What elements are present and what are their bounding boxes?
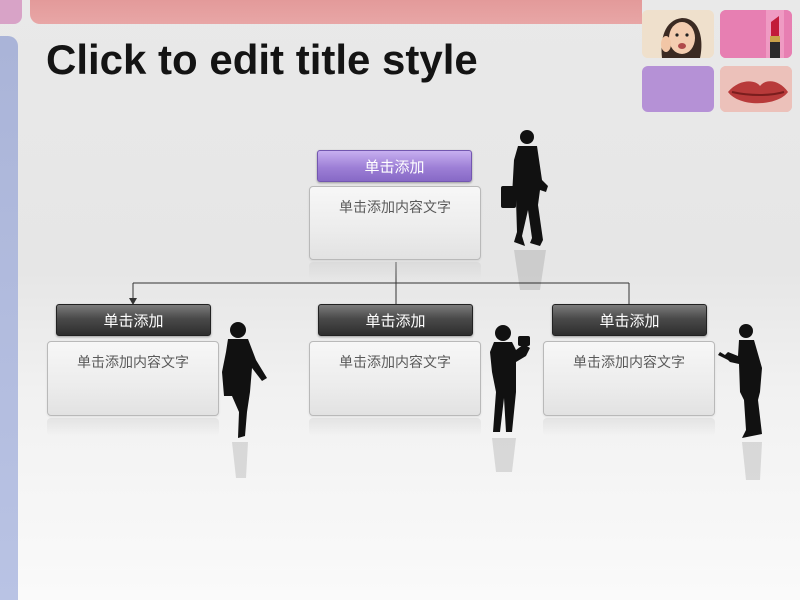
- top-node-reflection: [309, 262, 481, 280]
- org-chart-graphics: [129, 130, 762, 480]
- child-node-2-content-text: 单击添加内容文字: [339, 355, 451, 371]
- child-node-3-content-box[interactable]: 单击添加内容文字: [543, 341, 715, 416]
- child-node-2-reflection: [309, 418, 481, 436]
- walking-woman-silhouette: [222, 322, 267, 438]
- photographer-silhouette: [490, 325, 530, 432]
- child-node-1-reflection: [47, 418, 219, 436]
- child-node-1-header-text: 单击添加: [103, 311, 164, 330]
- top-node-header[interactable]: 单击添加: [317, 150, 472, 182]
- top-node-content-text: 单击添加内容文字: [339, 200, 451, 216]
- child-node-1-content-box[interactable]: 单击添加内容文字: [47, 341, 219, 416]
- top-node-header-text: 单击添加: [364, 157, 425, 176]
- businessman-silhouette: [501, 130, 548, 246]
- child-node-2-header[interactable]: 单击添加: [318, 304, 473, 336]
- child-node-3-reflection: [543, 418, 715, 436]
- walking-woman-reflection: [232, 442, 248, 478]
- child-node-3-content-text: 单击添加内容文字: [573, 355, 685, 371]
- top-node-content-box[interactable]: 单击添加内容文字: [309, 186, 481, 260]
- reporter-silhouette: [718, 324, 762, 438]
- child-node-2-content-box[interactable]: 单击添加内容文字: [309, 341, 481, 416]
- businessman-reflection: [514, 250, 546, 290]
- child-node-3-header[interactable]: 单击添加: [552, 304, 707, 336]
- child-node-3-header-text: 单击添加: [599, 311, 660, 330]
- child-node-1-content-text: 单击添加内容文字: [77, 355, 189, 371]
- child-node-2-header-text: 单击添加: [365, 311, 426, 330]
- photographer-reflection: [492, 438, 516, 472]
- reporter-reflection: [742, 442, 762, 480]
- child-node-1-header[interactable]: 单击添加: [56, 304, 211, 336]
